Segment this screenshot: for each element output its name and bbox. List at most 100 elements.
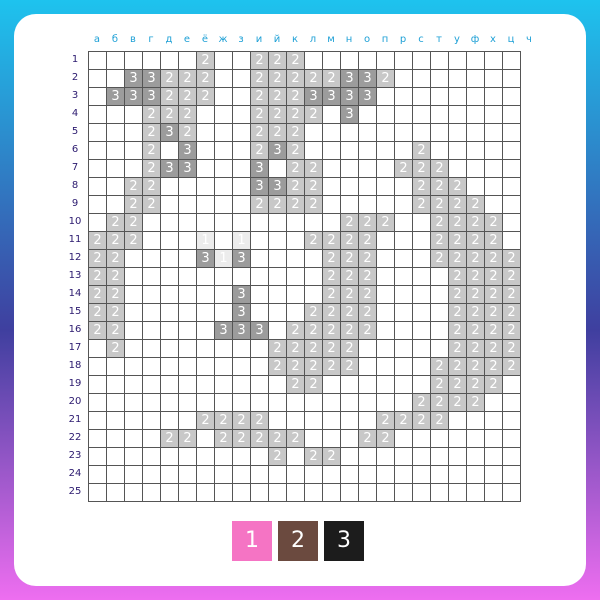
grid-cell[interactable] bbox=[431, 124, 449, 142]
grid-cell[interactable] bbox=[143, 394, 161, 412]
grid-cell[interactable] bbox=[215, 160, 233, 178]
grid-cell[interactable] bbox=[359, 106, 377, 124]
grid-cell[interactable] bbox=[503, 196, 521, 214]
grid-cell[interactable] bbox=[233, 106, 251, 124]
grid-cell[interactable] bbox=[359, 124, 377, 142]
grid-cell[interactable]: 2 bbox=[413, 412, 431, 430]
grid-cell[interactable] bbox=[143, 286, 161, 304]
grid-cell[interactable]: 2 bbox=[485, 322, 503, 340]
grid-cell[interactable] bbox=[395, 142, 413, 160]
grid-cell[interactable]: 2 bbox=[107, 322, 125, 340]
grid-cell[interactable]: 2 bbox=[449, 232, 467, 250]
grid-cell[interactable]: 2 bbox=[251, 124, 269, 142]
grid-cell[interactable]: 2 bbox=[269, 124, 287, 142]
grid-cell[interactable] bbox=[179, 484, 197, 502]
grid-cell[interactable] bbox=[269, 160, 287, 178]
grid-cell[interactable] bbox=[287, 214, 305, 232]
grid-cell[interactable] bbox=[161, 142, 179, 160]
grid-cell[interactable]: 2 bbox=[485, 376, 503, 394]
grid-cell[interactable] bbox=[215, 196, 233, 214]
grid-cell[interactable] bbox=[143, 484, 161, 502]
grid-cell[interactable] bbox=[197, 268, 215, 286]
grid-cell[interactable] bbox=[377, 178, 395, 196]
grid-cell[interactable]: 2 bbox=[107, 250, 125, 268]
grid-cell[interactable]: 2 bbox=[341, 232, 359, 250]
grid-cell[interactable]: 2 bbox=[485, 304, 503, 322]
grid-cell[interactable] bbox=[161, 286, 179, 304]
grid-cell[interactable]: 2 bbox=[341, 322, 359, 340]
grid-cell[interactable]: 2 bbox=[251, 412, 269, 430]
grid-cell[interactable] bbox=[143, 304, 161, 322]
grid-cell[interactable]: 2 bbox=[467, 394, 485, 412]
grid-cell[interactable] bbox=[377, 484, 395, 502]
grid-cell[interactable] bbox=[269, 304, 287, 322]
grid-cell[interactable] bbox=[341, 412, 359, 430]
grid-cell[interactable] bbox=[161, 466, 179, 484]
grid-cell[interactable]: 2 bbox=[179, 430, 197, 448]
grid-cell[interactable]: 2 bbox=[449, 304, 467, 322]
grid-cell[interactable]: 2 bbox=[287, 358, 305, 376]
grid-cell[interactable] bbox=[413, 484, 431, 502]
grid-cell[interactable] bbox=[323, 214, 341, 232]
grid-cell[interactable] bbox=[503, 484, 521, 502]
grid-cell[interactable] bbox=[413, 268, 431, 286]
grid-cell[interactable] bbox=[251, 268, 269, 286]
grid-cell[interactable] bbox=[413, 466, 431, 484]
grid-cell[interactable]: 2 bbox=[287, 124, 305, 142]
grid-cell[interactable]: 2 bbox=[485, 214, 503, 232]
grid-cell[interactable]: 1 bbox=[215, 250, 233, 268]
grid-cell[interactable] bbox=[197, 448, 215, 466]
grid-cell[interactable] bbox=[395, 376, 413, 394]
grid-cell[interactable] bbox=[287, 394, 305, 412]
grid-cell[interactable] bbox=[161, 412, 179, 430]
grid-cell[interactable] bbox=[323, 466, 341, 484]
grid-cell[interactable] bbox=[161, 376, 179, 394]
grid-cell[interactable] bbox=[251, 394, 269, 412]
grid-cell[interactable]: 2 bbox=[287, 160, 305, 178]
grid-cell[interactable]: 2 bbox=[359, 250, 377, 268]
grid-cell[interactable]: 2 bbox=[503, 340, 521, 358]
grid-cell[interactable] bbox=[287, 484, 305, 502]
grid-cell[interactable]: 2 bbox=[305, 448, 323, 466]
grid-cell[interactable]: 2 bbox=[161, 88, 179, 106]
grid-cell[interactable] bbox=[467, 178, 485, 196]
grid-cell[interactable] bbox=[341, 178, 359, 196]
grid-cell[interactable] bbox=[359, 466, 377, 484]
grid-cell[interactable]: 3 bbox=[251, 322, 269, 340]
grid-cell[interactable]: 2 bbox=[287, 322, 305, 340]
grid-cell[interactable] bbox=[233, 52, 251, 70]
grid-cell[interactable] bbox=[431, 466, 449, 484]
grid-cell[interactable]: 2 bbox=[143, 196, 161, 214]
grid-cell[interactable] bbox=[413, 88, 431, 106]
grid-cell[interactable]: 2 bbox=[305, 196, 323, 214]
grid-cell[interactable] bbox=[287, 250, 305, 268]
grid-cell[interactable] bbox=[215, 466, 233, 484]
grid-cell[interactable]: 2 bbox=[125, 178, 143, 196]
grid-cell[interactable] bbox=[215, 286, 233, 304]
grid-cell[interactable] bbox=[395, 394, 413, 412]
grid-cell[interactable] bbox=[89, 394, 107, 412]
grid-cell[interactable]: 2 bbox=[197, 88, 215, 106]
grid-cell[interactable] bbox=[485, 412, 503, 430]
grid-cell[interactable]: 2 bbox=[287, 340, 305, 358]
grid-cell[interactable]: 3 bbox=[107, 88, 125, 106]
grid-cell[interactable] bbox=[485, 88, 503, 106]
grid-cell[interactable] bbox=[215, 106, 233, 124]
grid-cell[interactable]: 2 bbox=[323, 322, 341, 340]
grid-cell[interactable]: 3 bbox=[125, 88, 143, 106]
grid-cell[interactable] bbox=[485, 484, 503, 502]
grid-cell[interactable] bbox=[377, 448, 395, 466]
grid-cell[interactable] bbox=[215, 340, 233, 358]
grid-cell[interactable]: 2 bbox=[251, 70, 269, 88]
grid-cell[interactable] bbox=[305, 124, 323, 142]
grid-cell[interactable]: 2 bbox=[413, 142, 431, 160]
grid-cell[interactable] bbox=[89, 70, 107, 88]
grid-cell[interactable]: 2 bbox=[431, 376, 449, 394]
grid-cell[interactable]: 2 bbox=[467, 268, 485, 286]
grid-cell[interactable]: 3 bbox=[305, 88, 323, 106]
grid-cell[interactable] bbox=[413, 430, 431, 448]
grid-cell[interactable] bbox=[143, 376, 161, 394]
grid-cell[interactable]: 2 bbox=[341, 340, 359, 358]
grid-cell[interactable] bbox=[431, 322, 449, 340]
grid-cell[interactable] bbox=[89, 124, 107, 142]
